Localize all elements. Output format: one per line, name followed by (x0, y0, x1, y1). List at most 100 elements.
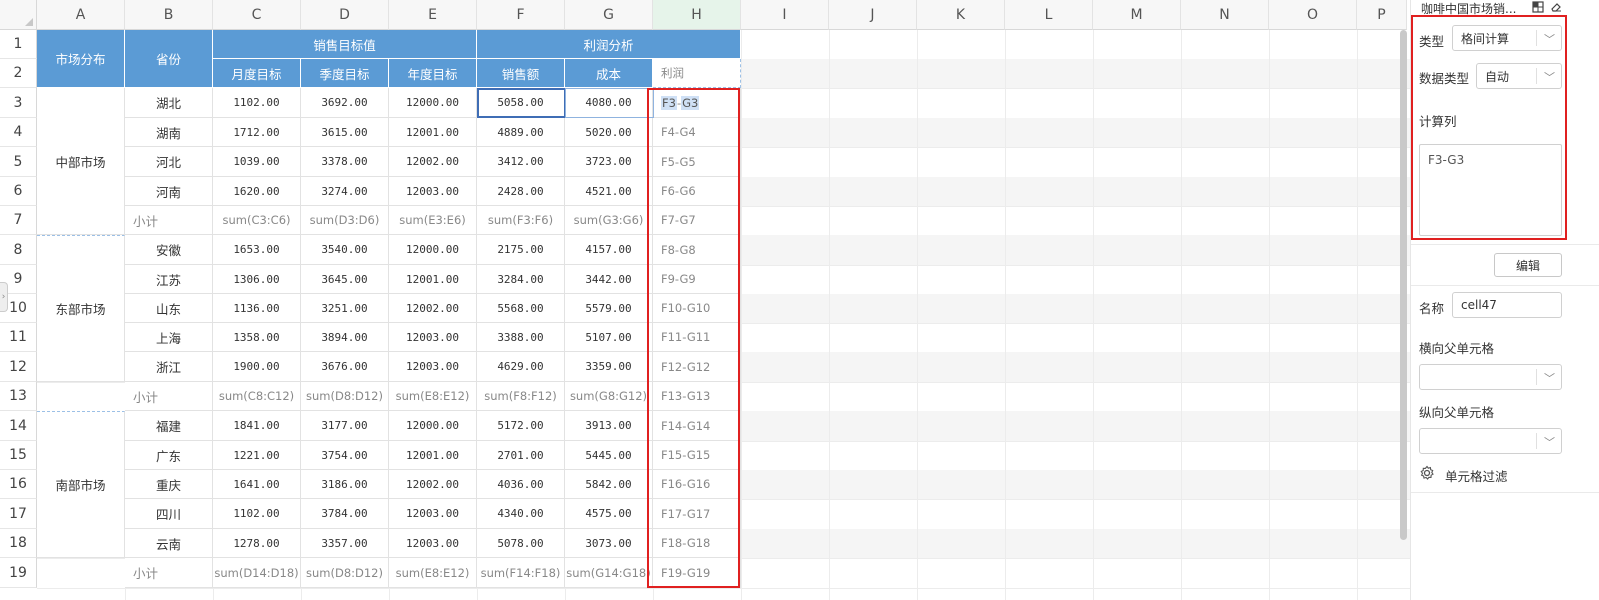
cell-province[interactable]: 浙江 (125, 352, 213, 382)
name-input[interactable]: cell47 (1452, 292, 1562, 318)
cell-g3[interactable]: 4080.00 (565, 88, 653, 118)
collapse-handle[interactable]: › (0, 282, 8, 312)
row-header-11[interactable]: 11 (0, 323, 37, 352)
column-header-g[interactable]: G (565, 0, 653, 30)
cell-h7[interactable]: F7-G7 (653, 206, 741, 235)
market-central[interactable]: 中部市场 (37, 88, 125, 235)
cell-c13[interactable]: sum(C8:C12) (213, 382, 301, 411)
column-header-h[interactable]: H (653, 0, 741, 30)
cell-h10[interactable]: F10-G10 (653, 294, 741, 323)
cell-province[interactable]: 云南 (125, 529, 213, 558)
cell-province[interactable]: 上海 (125, 323, 213, 352)
column-header-f[interactable]: F (477, 0, 565, 30)
cell-d10[interactable]: 3251.00 (301, 294, 389, 323)
header-monthly[interactable]: 月度目标 (213, 59, 301, 88)
cell-d9[interactable]: 3645.00 (301, 265, 389, 294)
row-header-16[interactable]: 16 (0, 470, 37, 499)
cell-g9[interactable]: 3442.00 (565, 265, 653, 294)
cell-c11[interactable]: 1358.00 (213, 323, 301, 352)
cell-f18[interactable]: 5078.00 (477, 529, 565, 558)
cell-c14[interactable]: 1841.00 (213, 411, 301, 441)
vertical-scrollbar[interactable] (1400, 30, 1407, 540)
cell-e11[interactable]: 12003.00 (389, 323, 477, 352)
cell-e7[interactable]: sum(E3:E6) (389, 206, 477, 235)
cell-d13[interactable]: sum(D8:D12) (301, 382, 389, 411)
row-header-3[interactable]: 3 (0, 88, 37, 118)
cell-c15[interactable]: 1221.00 (213, 441, 301, 470)
cell-d11[interactable]: 3894.00 (301, 323, 389, 352)
cell-province[interactable]: 四川 (125, 499, 213, 529)
row-header-19[interactable]: 19 (0, 558, 37, 588)
header-yearly[interactable]: 年度目标 (389, 59, 477, 88)
cell-d12[interactable]: 3676.00 (301, 352, 389, 382)
cell-f16[interactable]: 4036.00 (477, 470, 565, 499)
cell-province[interactable]: 重庆 (125, 470, 213, 499)
row-header-15[interactable]: 15 (0, 441, 37, 470)
cell-c4[interactable]: 1712.00 (213, 118, 301, 147)
header-quarterly[interactable]: 季度目标 (301, 59, 389, 88)
cell-f6[interactable]: 2428.00 (477, 177, 565, 206)
cell-e3[interactable]: 12000.00 (389, 88, 477, 118)
subtotal-label[interactable]: 小计 (125, 206, 213, 235)
cell-c17[interactable]: 1102.00 (213, 499, 301, 529)
header-sales-target[interactable]: 销售目标值 (213, 30, 477, 59)
spreadsheet[interactable]: ABCDEFGHIJKLMNOP 1 2 3 4 5 6 7 8 9 10 11 12 13 14 15 16… (0, 0, 1435, 600)
cell-h12[interactable]: F12-G12 (653, 352, 741, 382)
eraser-icon[interactable] (1550, 1, 1562, 13)
cell-f10[interactable]: 5568.00 (477, 294, 565, 323)
cell-h14[interactable]: F14-G14 (653, 411, 741, 441)
cell-f3[interactable]: 5058.00 (477, 88, 565, 118)
cell-d18[interactable]: 3357.00 (301, 529, 389, 558)
cell-h18[interactable]: F18-G18 (653, 529, 741, 558)
edit-button[interactable]: 编辑 (1494, 253, 1562, 277)
header-cost[interactable]: 成本 (565, 59, 653, 88)
cell-g18[interactable]: 3073.00 (565, 529, 653, 558)
cell-g19[interactable]: sum(G14:G18) (565, 558, 653, 588)
cell-province[interactable]: 湖北 (125, 88, 213, 118)
cell-d14[interactable]: 3177.00 (301, 411, 389, 441)
cell-province[interactable]: 江苏 (125, 265, 213, 294)
cell-h19[interactable]: F19-G19 (653, 558, 741, 588)
cell-c3[interactable]: 1102.00 (213, 88, 301, 118)
cell-c7[interactable]: sum(C3:C6) (213, 206, 301, 235)
cell-h9[interactable]: F9-G9 (653, 265, 741, 294)
row-header-17[interactable]: 17 (0, 499, 37, 529)
cell-e18[interactable]: 12003.00 (389, 529, 477, 558)
cell-d8[interactable]: 3540.00 (301, 235, 389, 265)
cell-e16[interactable]: 12002.00 (389, 470, 477, 499)
cell-e4[interactable]: 12001.00 (389, 118, 477, 147)
cell-d19[interactable]: sum(D8:D12) (301, 558, 389, 588)
row-header-2[interactable]: 2 (0, 59, 37, 88)
row-header-6[interactable]: 6 (0, 177, 37, 206)
cell-province[interactable]: 广东 (125, 441, 213, 470)
cell-province[interactable]: 河南 (125, 177, 213, 206)
cell-e6[interactable]: 12003.00 (389, 177, 477, 206)
cell-filter-label[interactable]: 单元格过滤 (1445, 466, 1508, 485)
market-south[interactable]: 南部市场 (37, 411, 125, 558)
cell-e12[interactable]: 12003.00 (389, 352, 477, 382)
header-province[interactable]: 省份 (125, 30, 213, 88)
cell-c18[interactable]: 1278.00 (213, 529, 301, 558)
cell-d15[interactable]: 3754.00 (301, 441, 389, 470)
cell-e19[interactable]: sum(E8:E12) (389, 558, 477, 588)
cell-d17[interactable]: 3784.00 (301, 499, 389, 529)
cell-e8[interactable]: 12000.00 (389, 235, 477, 265)
cell-c19[interactable]: sum(D14:D18) (213, 558, 301, 588)
cell-d5[interactable]: 3378.00 (301, 147, 389, 177)
cell-c9[interactable]: 1306.00 (213, 265, 301, 294)
cell-h6[interactable]: F6-G6 (653, 177, 741, 206)
column-header-b[interactable]: B (125, 0, 213, 30)
cell-g12[interactable]: 3359.00 (565, 352, 653, 382)
cell-h5[interactable]: F5-G5 (653, 147, 741, 177)
header-market[interactable]: 市场分布 (37, 30, 125, 88)
cell-province[interactable]: 湖南 (125, 118, 213, 147)
row-header-4[interactable]: 4 (0, 118, 37, 147)
row-header-18[interactable]: 18 (0, 529, 37, 558)
cell-province[interactable]: 河北 (125, 147, 213, 177)
cell-f4[interactable]: 4889.00 (477, 118, 565, 147)
cell-e13[interactable]: sum(E8:E12) (389, 382, 477, 411)
column-header-e[interactable]: E (389, 0, 477, 30)
cell-f12[interactable]: 4629.00 (477, 352, 565, 382)
cell-h16[interactable]: F16-G16 (653, 470, 741, 499)
column-header-m[interactable]: M (1093, 0, 1181, 30)
